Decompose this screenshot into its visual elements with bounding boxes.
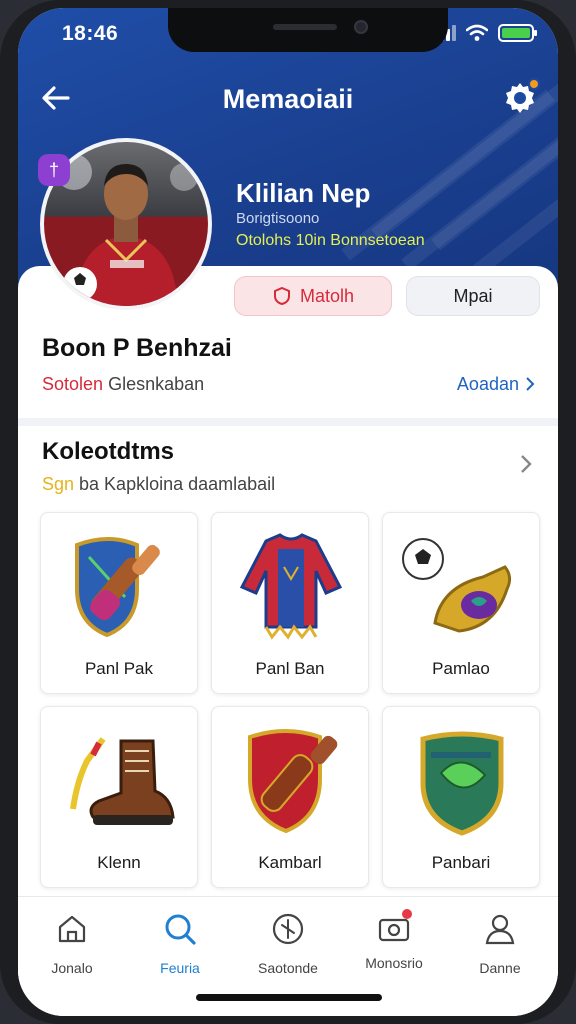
collections-title: Koleotdtms xyxy=(42,438,174,465)
tab-label: Danne xyxy=(479,960,521,976)
notification-dot xyxy=(528,78,540,90)
shield-telescope-icon xyxy=(75,537,160,638)
collections-subtitle-text: ba Kapkloina daamlabail xyxy=(74,474,276,494)
section-highlight: Sotolen xyxy=(42,374,104,394)
shield-icon xyxy=(273,286,290,306)
player-subtitle: Borigtisoono xyxy=(236,210,320,227)
search-icon xyxy=(165,914,196,945)
screen: 18:46 Memaoiaii Klilian Nep Borigtisoono… xyxy=(18,8,558,1016)
ball-horn-icon xyxy=(402,538,512,633)
match-button[interactable]: Matolh xyxy=(234,276,392,316)
home-indicator[interactable] xyxy=(196,994,382,1001)
tab-label: Saotonde xyxy=(258,960,318,976)
wifi-icon xyxy=(466,24,488,41)
compass-icon xyxy=(272,913,304,945)
collection-item[interactable]: Panbari xyxy=(382,706,540,888)
home-icon xyxy=(58,915,86,943)
collection-item-label: Panl Ban xyxy=(255,659,325,678)
settings-button[interactable] xyxy=(500,78,540,118)
section-link-label[interactable]: Aoadan xyxy=(457,374,519,394)
battery-icon xyxy=(498,24,537,42)
tab-label: Monosrio xyxy=(365,955,423,971)
mpai-button-label: Mpai xyxy=(453,285,493,306)
tab-label: Jonalo xyxy=(51,960,93,976)
tab-media[interactable]: Monosrio xyxy=(344,909,444,971)
player-stat-text: Otolohs 10in Bonnsetoean xyxy=(236,232,425,249)
collection-item-label: Klenn xyxy=(97,853,141,872)
section-title: Boon P Benhzai xyxy=(42,334,232,362)
chevron-right-icon[interactable] xyxy=(516,452,536,476)
top-nav: Memaoiaii xyxy=(18,74,558,122)
collection-item-label: Panl Pak xyxy=(84,659,154,678)
chevron-right-icon xyxy=(526,377,535,391)
section-link[interactable]: Aoadan xyxy=(457,374,536,395)
tag-icon: † xyxy=(38,154,70,186)
camera-icon-wrap xyxy=(376,909,412,947)
collection-item[interactable]: Pamlao xyxy=(382,512,540,694)
status-icons xyxy=(434,24,537,42)
collection-item-label: Pamlao xyxy=(432,659,490,678)
tab-search[interactable]: Feuria xyxy=(130,911,230,976)
collection-item[interactable]: Panl Ban xyxy=(211,512,369,694)
collection-item-label: Panbari xyxy=(431,853,491,872)
section-subtitle: Sotolen Glesnkaban xyxy=(42,374,204,395)
jersey-icon xyxy=(239,533,343,640)
page-title: Memaoiaii xyxy=(222,84,354,114)
collections-highlight: Sgn xyxy=(42,474,75,494)
divider xyxy=(18,418,558,426)
profile-icon xyxy=(485,914,515,945)
collection-item[interactable]: Klenn xyxy=(40,706,198,888)
phone-frame: 18:46 Memaoiaii Klilian Nep Borigtisoono… xyxy=(0,0,576,1024)
status-time: 18:46 xyxy=(62,22,119,45)
collections-subtitle: Sgn ba Kapkloina daamlabail xyxy=(42,474,275,495)
collection-item-label: Kambarl xyxy=(258,853,322,872)
player-stat: Otolohs 10in Bonnsetoean xyxy=(236,232,425,250)
section-subtitle-text: Glesnkaban xyxy=(103,374,205,394)
notification-dot xyxy=(402,909,412,919)
red-shield-scroll-icon xyxy=(248,729,338,834)
tab-profile[interactable]: Danne xyxy=(450,911,550,976)
tab-explore[interactable]: Saotonde xyxy=(238,911,338,976)
boot-icon xyxy=(70,737,175,825)
collection-item[interactable]: Panl Pak xyxy=(40,512,198,694)
mpai-button[interactable]: Mpai xyxy=(406,276,540,316)
collection-item[interactable]: Kambarl xyxy=(211,706,369,888)
green-shield-icon xyxy=(420,731,504,836)
player-name: Klilian Nep xyxy=(236,178,371,208)
match-button-label: Matolh xyxy=(299,285,355,306)
tab-home[interactable]: Jonalo xyxy=(22,911,122,976)
notch xyxy=(168,8,448,52)
tab-label: Feuria xyxy=(160,960,200,976)
